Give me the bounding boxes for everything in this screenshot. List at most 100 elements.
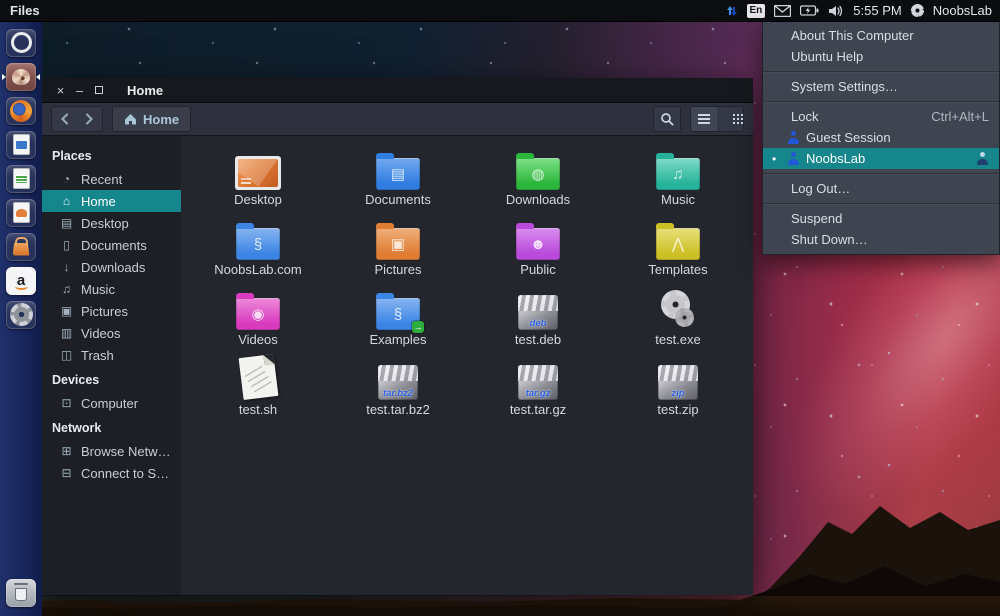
session-username[interactable]: NoobsLab xyxy=(933,3,992,18)
file-test-deb[interactable]: debtest.deb xyxy=(468,284,608,354)
folder-icon: ▤ xyxy=(59,216,74,230)
file-noobslab-com[interactable]: §NoobsLab.com xyxy=(188,214,328,284)
folder-icon: § xyxy=(236,214,280,260)
amazon-icon: a xyxy=(6,267,36,295)
archive-format-label: tar.gz xyxy=(518,388,558,399)
battery-icon[interactable] xyxy=(800,5,819,16)
script-paper-shape xyxy=(238,354,278,400)
file-test-tar-gz[interactable]: tar.gztest.tar.gz xyxy=(468,354,608,424)
file-label: Examples xyxy=(369,333,426,347)
file-test-exe[interactable]: test.exe xyxy=(608,284,748,354)
file-videos[interactable]: ◉Videos xyxy=(188,284,328,354)
file-test-tar-bz2[interactable]: tar.bz2test.tar.bz2 xyxy=(328,354,468,424)
folder-icon: ◍ xyxy=(516,144,560,190)
grid-view-button[interactable] xyxy=(717,107,743,131)
dock-item-ubuntu-dash[interactable] xyxy=(3,27,39,58)
sidebar-item-videos[interactable]: ▥Videos xyxy=(42,322,181,344)
sidebar-item-label: Trash xyxy=(81,348,114,363)
menu-item-lock[interactable]: LockCtrl+Alt+L xyxy=(763,106,999,127)
launcher-dock: a xyxy=(0,22,42,616)
sidebar-item-recent[interactable]: ◔Recent xyxy=(42,168,181,190)
file-examples[interactable]: §→Examples xyxy=(328,284,468,354)
sidebar-item-music[interactable]: ♫Music xyxy=(42,278,181,300)
dock-item-amazon[interactable]: a xyxy=(3,265,39,296)
archive-box-shape: deb xyxy=(518,295,558,330)
menu-item-system-settings[interactable]: System Settings… xyxy=(763,76,999,97)
menu-item-shut-down[interactable]: Shut Down… xyxy=(763,229,999,250)
file-pictures[interactable]: ▣Pictures xyxy=(328,214,468,284)
dock-item-system-settings[interactable] xyxy=(3,299,39,330)
libreoffice-writer-icon xyxy=(6,131,36,159)
dock-item-libreoffice-impress[interactable] xyxy=(3,197,39,228)
sidebar: Places◔Recent⌂Home▤Desktop▯Documents↓Dow… xyxy=(42,136,181,595)
file-downloads[interactable]: ◍Downloads xyxy=(468,144,608,214)
file-test-sh[interactable]: test.sh xyxy=(188,354,328,424)
file-test-zip[interactable]: ziptest.zip xyxy=(608,354,748,424)
menu-item-log-out[interactable]: Log Out… xyxy=(763,178,999,199)
sidebar-item-browse-netw[interactable]: ⊞Browse Netw… xyxy=(42,440,181,462)
dock-item-libreoffice-calc[interactable] xyxy=(3,163,39,194)
archive-box-shape: tar.gz xyxy=(518,365,558,400)
folder-shape: § xyxy=(236,228,280,260)
dock-item-files[interactable] xyxy=(3,61,39,92)
maximize-button[interactable] xyxy=(89,81,108,100)
libreoffice-impress-icon xyxy=(6,199,36,227)
minimize-button[interactable]: – xyxy=(70,81,89,100)
menu-item-label: NoobsLab xyxy=(806,151,865,166)
document-icon: ▯ xyxy=(59,238,74,252)
sync-arrows-icon[interactable] xyxy=(723,4,738,18)
file-label: Pictures xyxy=(375,263,422,277)
session-gear-icon[interactable] xyxy=(911,4,924,17)
sidebar-item-pictures[interactable]: ▣Pictures xyxy=(42,300,181,322)
menu-item-label: About This Computer xyxy=(791,28,914,43)
list-view-button[interactable] xyxy=(691,107,717,131)
clock[interactable]: 5:55 PM xyxy=(853,3,901,18)
archive-format-label: tar.bz2 xyxy=(378,388,418,399)
menu-item-suspend[interactable]: Suspend xyxy=(763,208,999,229)
trash-icon: ◫ xyxy=(59,348,74,362)
volume-icon[interactable] xyxy=(828,5,844,17)
file-templates[interactable]: ⋀Templates xyxy=(608,214,748,284)
sidebar-item-downloads[interactable]: ↓Downloads xyxy=(42,256,181,278)
sidebar-item-label: Desktop xyxy=(81,216,129,231)
download-arrow-icon: ↓ xyxy=(59,260,74,274)
search-button[interactable] xyxy=(653,106,681,132)
symlink-badge: → xyxy=(412,321,424,333)
menu-item-guest-session[interactable]: Guest Session xyxy=(763,127,999,148)
menu-item-about-this-computer[interactable]: About This Computer xyxy=(763,25,999,46)
close-button[interactable]: × xyxy=(51,81,70,100)
keyboard-indicator[interactable]: En xyxy=(747,4,766,18)
file-documents[interactable]: ▤Documents xyxy=(328,144,468,214)
menu-item-ubuntu-help[interactable]: Ubuntu Help xyxy=(763,46,999,67)
file-label: Desktop xyxy=(234,193,282,207)
file-public[interactable]: ☻Public xyxy=(468,214,608,284)
file-desktop[interactable]: Desktop xyxy=(188,144,328,214)
dock-item-software-center[interactable] xyxy=(3,231,39,262)
sidebar-item-documents[interactable]: ▯Documents xyxy=(42,234,181,256)
menu-item-noobslab[interactable]: • NoobsLab xyxy=(763,148,999,169)
box-icon: tar.bz2 xyxy=(378,354,418,400)
folder-shape: ◍ xyxy=(516,158,560,190)
dock-item-trash[interactable] xyxy=(3,577,39,608)
sidebar-item-computer[interactable]: ⊡Computer xyxy=(42,392,181,414)
folder-icon: ▤ xyxy=(376,144,420,190)
menu-item-label: System Settings… xyxy=(791,79,898,94)
session-menu: About This Computer Ubuntu Help System Set… xyxy=(762,22,1000,255)
sidebar-item-label: Recent xyxy=(81,172,122,187)
sidebar-item-home[interactable]: ⌂Home xyxy=(42,190,181,212)
sidebar-item-connect-to-s[interactable]: ⊟Connect to S… xyxy=(42,462,181,484)
app-menu-files[interactable]: Files xyxy=(0,3,40,18)
breadcrumb-home[interactable]: Home xyxy=(112,106,191,132)
sidebar-item-trash[interactable]: ◫ Trash xyxy=(42,344,181,366)
mail-icon[interactable] xyxy=(774,5,791,17)
sidebar-item-desktop[interactable]: ▤ Desktop xyxy=(42,212,181,234)
file-music[interactable]: ♫Music xyxy=(608,144,748,214)
selected-session-bullet: • xyxy=(772,152,776,166)
forward-button[interactable] xyxy=(77,107,102,131)
folder-emblem: ◍ xyxy=(516,158,560,190)
titlebar[interactable]: × – Home xyxy=(42,78,753,103)
back-button[interactable] xyxy=(52,107,77,131)
dock-item-firefox[interactable] xyxy=(3,95,39,126)
dock-item-libreoffice-writer[interactable] xyxy=(3,129,39,160)
search-icon xyxy=(660,112,674,126)
